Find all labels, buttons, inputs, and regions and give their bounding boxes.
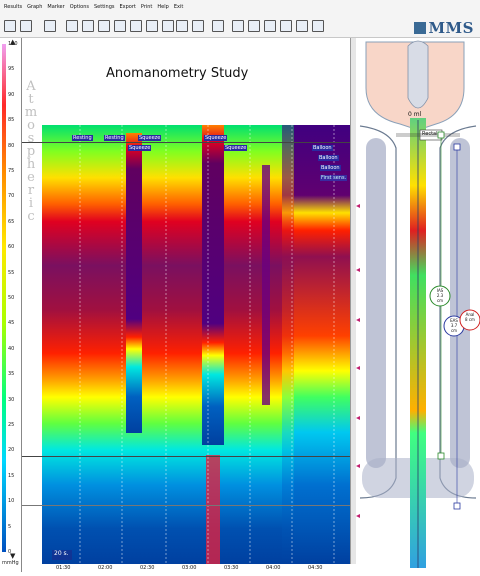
scale-tick: 95 — [8, 66, 15, 73]
binoculars-icon[interactable] — [162, 20, 174, 32]
bars-icon[interactable] — [146, 20, 158, 32]
marker-balloon-2[interactable]: Balloon — [318, 155, 339, 161]
scale-tick: 10 — [8, 498, 15, 505]
scale-tick: 45 — [8, 320, 15, 327]
toolbar: MMS — [0, 14, 480, 38]
time-tick: 01:30 — [56, 565, 71, 571]
marker-squeeze-2[interactable]: Squeeze — [128, 145, 152, 151]
marker-balloon-1[interactable]: Balloon — [312, 145, 333, 151]
scale-tick: 30 — [8, 396, 15, 403]
page-icon[interactable] — [212, 20, 224, 32]
scale-up-arrow-icon[interactable]: ▲ — [10, 38, 15, 46]
scale-tick: 55 — [8, 269, 15, 276]
edit-icon[interactable] — [44, 20, 56, 32]
eraser-icon[interactable] — [296, 20, 308, 32]
sphincter-diagram-svg — [356, 38, 480, 572]
graph-icon-3[interactable] — [98, 20, 110, 32]
scale-down-arrow-icon[interactable]: ▼ — [10, 552, 15, 560]
scale-tick: 40 — [8, 345, 15, 352]
time-tick: 02:30 — [140, 565, 155, 571]
brand-mark-icon — [414, 22, 427, 34]
marker-resting-1[interactable]: Resting — [72, 135, 93, 141]
ias-value: 2.3 cm — [436, 293, 444, 303]
menu-graph[interactable]: Graph — [27, 4, 42, 10]
volume-label: 0 ml — [408, 111, 422, 118]
marker-balloon-3[interactable]: Balloon — [320, 165, 341, 171]
list-icon[interactable] — [192, 20, 204, 32]
atmospheric-letter: c — [27, 209, 35, 224]
color-scale-bar — [2, 44, 6, 552]
zoom-out-icon[interactable] — [248, 20, 260, 32]
menu-help[interactable]: Help — [157, 4, 168, 10]
open-icon[interactable] — [4, 20, 16, 32]
graph-icon-4[interactable] — [114, 20, 126, 32]
eas-bottom-handle[interactable] — [453, 502, 461, 510]
scale-tick: 35 — [8, 371, 15, 378]
cursor-icon[interactable] — [264, 20, 276, 32]
study-title: Anomanometry Study — [106, 66, 249, 81]
ias-top-handle[interactable] — [437, 131, 445, 139]
scale-tick: 70 — [8, 193, 15, 200]
scale-tick: 50 — [8, 295, 15, 301]
right-sphincter-muscle — [450, 138, 470, 468]
eas-top-handle[interactable] — [453, 143, 461, 151]
menu-results[interactable]: Results — [4, 4, 22, 10]
time-tick: 03:30 — [224, 565, 239, 571]
time-axis: 01:30 02:00 02:30 03:00 03:30 04:00 04:30 — [42, 564, 350, 572]
scale-tick: 85 — [8, 117, 15, 124]
scale-unit: mmHg — [2, 560, 19, 566]
scale-tick: 15 — [8, 472, 15, 479]
scale-tick: 60 — [8, 244, 15, 251]
balloon-shape — [407, 40, 429, 109]
scale-tick: 20 — [8, 447, 15, 454]
anal-label: Anal 8 cm — [465, 312, 475, 322]
pressure-plot[interactable]: Anomanometry Study Resting Resting Squee… — [42, 38, 350, 564]
time-tick: 04:30 — [308, 565, 323, 571]
marker-squeeze-3[interactable]: Squeeze — [204, 135, 228, 141]
scale-tick: 75 — [8, 168, 15, 174]
time-tick: 04:00 — [266, 565, 281, 571]
menu-options[interactable]: Options — [70, 4, 89, 10]
atmospheric-label: Atmospheric — [24, 80, 38, 223]
menu-export[interactable]: Export — [120, 4, 136, 10]
menu-marker[interactable]: Marker — [47, 4, 64, 10]
marker-icon[interactable] — [176, 20, 188, 32]
ias-label: IAS 2.3 cm — [436, 288, 444, 303]
table-icon[interactable] — [130, 20, 142, 32]
scale-tick: 5 — [8, 523, 12, 530]
graph-icon-1[interactable] — [66, 20, 78, 32]
ias-bottom-handle[interactable] — [437, 452, 445, 460]
graph-icon-2[interactable] — [82, 20, 94, 32]
pressure-heatmap[interactable] — [42, 125, 350, 564]
scale-tick: 65 — [8, 218, 15, 225]
scale-tick: 90 — [8, 91, 15, 98]
marker-squeeze-1[interactable]: Squeeze — [138, 135, 162, 141]
brand-logo: MMS — [414, 19, 474, 37]
brand-text: MMS — [428, 19, 474, 37]
marker-first-sensation[interactable]: First sens. — [320, 175, 348, 181]
pressure-scale: 100 95 90 85 80 75 70 65 60 55 50 45 40 35 30 25 20 15 10 5… — [0, 38, 22, 572]
menu-settings[interactable]: Settings — [94, 4, 115, 10]
anal-value: 8 cm — [465, 317, 475, 322]
scale-tick: 25 — [8, 422, 15, 428]
marker-resting-2[interactable]: Resting — [104, 135, 125, 141]
time-tick: 03:00 — [182, 565, 197, 571]
menu-bar: Results Graph Marker Options Settings Ex… — [0, 0, 480, 14]
left-sphincter-muscle — [366, 138, 386, 468]
time-window-label: 20 s. — [54, 550, 69, 557]
save-icon[interactable] — [20, 20, 32, 32]
eas-value: 3.7 cm — [450, 323, 458, 333]
menu-print[interactable]: Print — [141, 4, 153, 10]
rectal-label: Rectal — [422, 131, 438, 137]
time-tick: 02:00 — [98, 565, 113, 571]
zoom-in-icon[interactable] — [232, 20, 244, 32]
menu-exit[interactable]: Exit — [174, 4, 183, 10]
marker-labels: Resting Resting Squeeze Squeeze Squeeze … — [42, 125, 350, 181]
scale-tick: 80 — [8, 142, 15, 149]
print-icon[interactable] — [280, 20, 292, 32]
tools-icon[interactable] — [312, 20, 324, 32]
marker-squeeze-4[interactable]: Squeeze — [224, 145, 248, 151]
anal-canal-diagram: 0 ml Rectal IAS 2.3 cm EAS 3.7 cm Anal 8 cm — [356, 38, 480, 572]
eas-label: EAS 3.7 cm — [450, 318, 458, 333]
